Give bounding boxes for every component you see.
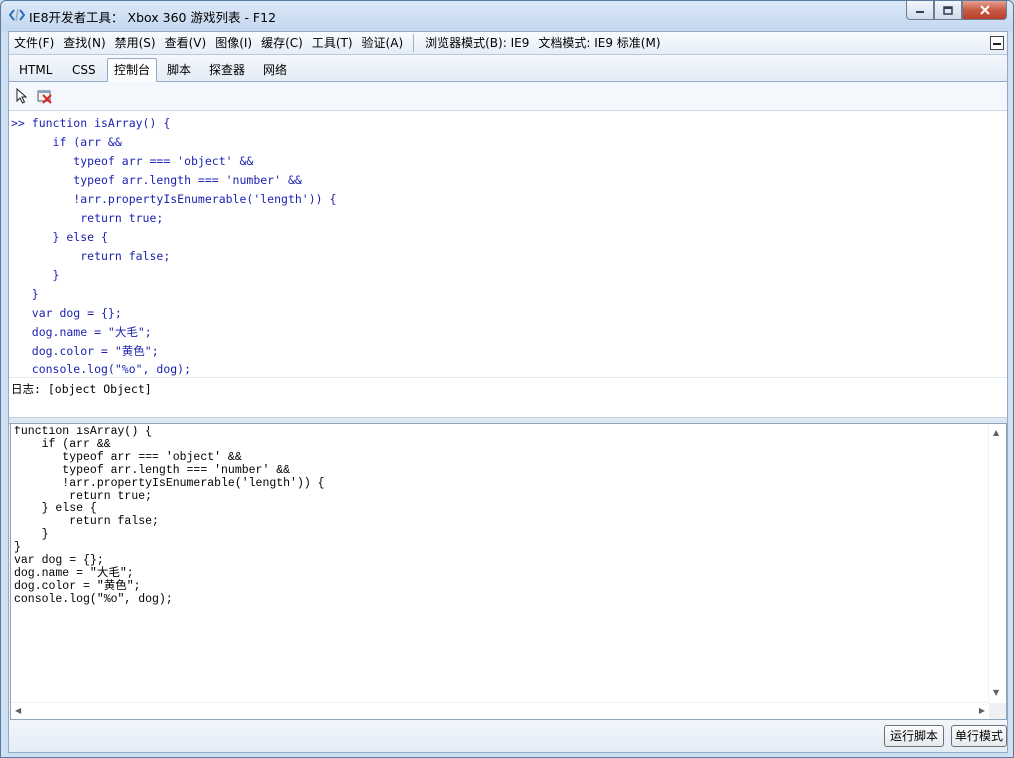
log-message: 日志: [object Object] [11,382,152,396]
scroll-left-icon[interactable]: ◀ [15,706,21,716]
menu-bar: 文件(F) 查找(N) 禁用(S) 查看(V) 图像(I) 缓存(C) 工具(T… [9,32,1007,55]
tab-profiler[interactable]: 探查器 [203,59,251,81]
tab-bar: HTML CSS 控制台 脚本 探查器 网络 [9,55,1007,82]
console-line: dog.color = "黄色"; [11,344,159,358]
run-script-button[interactable]: 运行脚本 [884,725,944,747]
devtools-body: 文件(F) 查找(N) 禁用(S) 查看(V) 图像(I) 缓存(C) 工具(T… [8,31,1008,753]
devtools-logo-icon [9,8,25,22]
console-line: return true; [11,211,164,225]
console-line: } [11,287,39,301]
horizontal-scrollbar[interactable]: ◀ ▶ [11,702,989,719]
console-line: dog.name = "大毛"; [11,325,152,339]
console-line: var dog = {}; [11,306,122,320]
document-mode-menu[interactable]: 文档模式: IE9 标准(M) [534,32,664,54]
tab-network[interactable]: 网络 [257,59,293,81]
minimize-button[interactable] [906,1,934,20]
menu-cache[interactable]: 缓存(C) [257,32,307,54]
maximize-button[interactable] [934,1,962,20]
console-toolbar [9,82,1007,111]
console-line: } else { [11,230,108,244]
menu-images[interactable]: 图像(I) [211,32,256,54]
menu-tools[interactable]: 工具(T) [308,32,357,54]
console-log-entry: 日志: [object Object] [9,377,1007,398]
scroll-down-icon[interactable]: ▼ [993,688,999,698]
console-output[interactable]: >> function isArray() { if (arr && typeo… [9,111,1007,417]
menu-disable[interactable]: 禁用(S) [111,32,160,54]
title-bar[interactable]: IE8开发者工具： Xbox 360 游戏列表 - F12 [1,1,1013,29]
maximize-icon [943,5,953,15]
minimize-pane-icon[interactable] [990,36,1004,50]
browser-mode-value: IE9 [510,36,530,50]
window-controls [906,1,1007,21]
scrollbar-corner [989,703,1006,719]
menu-view[interactable]: 查看(V) [161,32,211,54]
devtools-window: IE8开发者工具： Xbox 360 游戏列表 - F12 文件(F) 查找(N… [0,0,1014,758]
scroll-up-icon[interactable]: ▲ [993,428,999,438]
menu-validate[interactable]: 验证(A) [358,32,408,54]
browser-mode-label: 浏览器模式(B): [425,36,507,50]
console-line: typeof arr.length === 'number' && [11,173,302,187]
console-line: console.log("%o", dog); [11,362,192,376]
window-title: IE8开发者工具： Xbox 360 游戏列表 - F12 [29,10,277,25]
single-line-mode-button[interactable]: 单行模式 [951,725,1007,747]
console-line: !arr.propertyIsEnumerable('length')) { [11,192,337,206]
tab-css[interactable]: CSS [66,59,102,81]
document-mode-value: IE9 标准(M) [594,36,661,50]
console-line: return false; [11,249,171,263]
browser-mode-menu[interactable]: 浏览器模式(B): IE9 [421,32,533,54]
tab-script[interactable]: 脚本 [161,59,197,81]
menu-separator [413,34,415,52]
clear-console-icon[interactable] [37,88,53,104]
close-icon [979,5,990,15]
console-line: } [11,268,60,282]
document-mode-label: 文档模式: [538,36,591,50]
console-line: >> function isArray() { [11,116,171,130]
cursor-icon[interactable] [14,88,30,104]
scroll-right-icon[interactable]: ▶ [979,706,985,716]
menu-find[interactable]: 查找(N) [59,32,109,54]
close-button[interactable] [962,1,1007,20]
menu-file[interactable]: 文件(F) [10,32,58,54]
tab-html[interactable]: HTML [13,59,58,81]
console-line: typeof arr === 'object' && [11,154,254,168]
editor-actions-bar: 运行脚本 单行模式 [9,720,1007,752]
vertical-scrollbar[interactable]: ▲ ▼ [988,424,1006,702]
script-editor[interactable]: function isArray() { if (arr && typeof a… [10,423,1007,720]
console-line: if (arr && [11,135,122,149]
minimize-icon [916,11,924,13]
tab-console[interactable]: 控制台 [107,58,158,82]
script-input[interactable]: function isArray() { if (arr && typeof a… [14,426,986,701]
